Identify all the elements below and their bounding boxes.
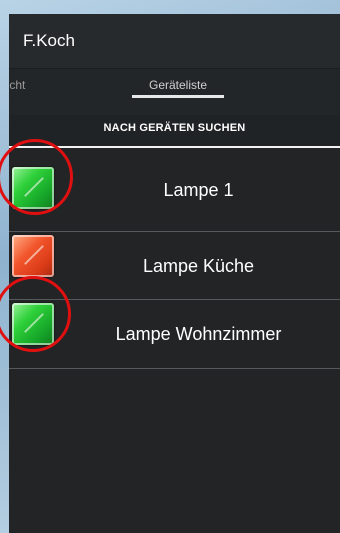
app-title: F.Koch <box>23 31 75 50</box>
active-tab-indicator <box>132 95 224 98</box>
tab-licht[interactable]: Licht <box>9 78 25 92</box>
lamp-off-icon[interactable] <box>12 235 54 277</box>
app-bar: F.Koch <box>9 14 340 69</box>
tab-bar: Licht Geräteliste <box>9 69 340 115</box>
device-label: Lampe Küche <box>142 256 255 276</box>
device-label: Lampe 1 <box>163 180 234 200</box>
highlight-ring <box>0 139 73 215</box>
search-devices-button[interactable]: NACH GERÄTEN SUCHEN <box>9 115 340 148</box>
phone-screen: F.Koch Licht Geräteliste NACH GERÄTEN SU… <box>9 14 340 533</box>
tab-geraeteliste[interactable]: Geräteliste <box>132 78 224 92</box>
search-devices-label: NACH GERÄTEN SUCHEN <box>103 121 246 134</box>
device-label: Lampe Wohnzimmer <box>115 324 282 344</box>
